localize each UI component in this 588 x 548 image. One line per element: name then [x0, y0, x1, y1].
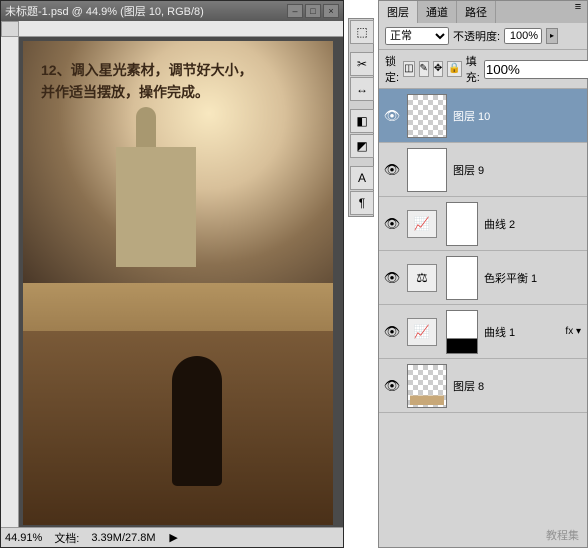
layer-name[interactable]: 色彩平衡 1 — [484, 270, 583, 286]
tool-icon-4[interactable]: ◩ — [350, 134, 374, 158]
window-buttons: – □ × — [287, 4, 339, 18]
fill-label: 填充: — [466, 53, 480, 85]
watermark: 教程集 — [546, 527, 579, 543]
layer-mask[interactable] — [446, 256, 478, 300]
layer-row[interactable]: 👁 图层 8 — [379, 359, 587, 413]
layer-list[interactable]: 👁 图层 10 👁 图层 9 👁 📈 曲线 2 👁 ⚖ 色彩平衡 1 👁 📈 曲… — [379, 89, 587, 547]
visibility-toggle-icon[interactable]: 👁 — [383, 378, 401, 394]
tool-icon-6[interactable]: ¶ — [350, 191, 374, 215]
doc-size: 3.39M/27.8M — [91, 532, 155, 544]
layer-mask[interactable] — [446, 202, 478, 246]
layer-mask[interactable] — [446, 310, 478, 354]
curves-icon[interactable]: 📈 — [407, 210, 437, 238]
layer-name[interactable]: 图层 10 — [453, 108, 583, 124]
visibility-toggle-icon[interactable]: 👁 — [383, 270, 401, 286]
layer-name[interactable]: 曲线 1 — [484, 324, 559, 340]
blend-mode-select[interactable]: 正常 — [385, 27, 449, 45]
color-balance-icon[interactable]: ⚖ — [407, 264, 437, 292]
layer-row[interactable]: 👁 ⚖ 色彩平衡 1 — [379, 251, 587, 305]
ruler-corner — [1, 21, 19, 37]
panel-menu-icon[interactable]: ≡ — [569, 1, 587, 23]
minimize-button[interactable]: – — [287, 4, 303, 18]
ruler-horizontal[interactable] — [19, 21, 343, 37]
lock-pixels-icon[interactable]: ✎ — [419, 61, 429, 77]
tab-paths[interactable]: 路径 — [457, 1, 496, 23]
lock-position-icon[interactable]: ✥ — [433, 61, 443, 77]
tool-icon-0[interactable]: ⬚ — [350, 20, 374, 44]
fill-input[interactable] — [484, 60, 588, 79]
doc-label: 文档: — [54, 530, 79, 546]
caption-line1: 12、调入星光素材，调节好大小， — [41, 62, 253, 78]
caption-line2: 并作适当摆放，操作完成。 — [41, 84, 209, 100]
lock-all-icon[interactable]: 🔒 — [447, 61, 461, 77]
curves-icon[interactable]: 📈 — [407, 318, 437, 346]
fx-badge[interactable]: fx ▾ — [565, 326, 583, 337]
layer-name[interactable]: 图层 9 — [453, 162, 583, 178]
layer-name[interactable]: 曲线 2 — [484, 216, 583, 232]
layer-name[interactable]: 图层 8 — [453, 378, 583, 394]
statusbar: 44.91% 文档: 3.39M/27.8M ▶ — [1, 527, 343, 547]
mini-toolbar: ⬚ ✂ ↔ ◧ ◩ A ¶ — [348, 18, 374, 217]
tab-layers[interactable]: 图层 — [379, 1, 418, 23]
visibility-toggle-icon[interactable]: 👁 — [383, 162, 401, 178]
ruler-vertical[interactable] — [1, 37, 19, 527]
layer-row[interactable]: 👁 图层 9 — [379, 143, 587, 197]
layer-row[interactable]: 👁 📈 曲线 1 fx ▾ — [379, 305, 587, 359]
titlebar: 未标题-1.psd @ 44.9% (图层 10, RGB/8) – □ × — [1, 1, 343, 21]
lock-label: 锁定: — [385, 53, 399, 85]
layer-row[interactable]: 👁 图层 10 — [379, 89, 587, 143]
visibility-toggle-icon[interactable]: 👁 — [383, 324, 401, 340]
close-button[interactable]: × — [323, 4, 339, 18]
statusbar-arrow-icon[interactable]: ▶ — [168, 531, 180, 544]
panel-tabs: 图层 通道 路径 ≡ — [379, 1, 587, 23]
document-window: 未标题-1.psd @ 44.9% (图层 10, RGB/8) – □ × 1… — [0, 0, 344, 548]
tool-icon-3[interactable]: ◧ — [350, 109, 374, 133]
tool-icon-5[interactable]: A — [350, 166, 374, 190]
artwork-figure — [172, 356, 222, 486]
tab-channels[interactable]: 通道 — [418, 1, 457, 23]
visibility-toggle-icon[interactable]: 👁 — [383, 108, 401, 124]
artwork-castle — [116, 147, 196, 267]
document-title: 未标题-1.psd @ 44.9% (图层 10, RGB/8) — [5, 3, 287, 19]
artwork-caption: 12、调入星光素材，调节好大小， 并作适当摆放，操作完成。 — [41, 59, 315, 104]
canvas-area[interactable]: 12、调入星光素材，调节好大小， 并作适当摆放，操作完成。 — [19, 37, 343, 527]
visibility-toggle-icon[interactable]: 👁 — [383, 216, 401, 232]
zoom-level[interactable]: 44.91% — [5, 532, 42, 544]
lock-row: 锁定: ◫ ✎ ✥ 🔒 填充: ▸ — [379, 50, 587, 89]
maximize-button[interactable]: □ — [305, 4, 321, 18]
panel-toolbar: 正常 不透明度: ▸ — [379, 23, 587, 50]
opacity-arrow-icon[interactable]: ▸ — [546, 28, 558, 44]
tool-icon-2[interactable]: ↔ — [350, 77, 374, 101]
layer-thumbnail[interactable] — [407, 94, 447, 138]
layers-panel: 图层 通道 路径 ≡ 正常 不透明度: ▸ 锁定: ◫ ✎ ✥ 🔒 填充: ▸ … — [378, 0, 588, 548]
artwork: 12、调入星光素材，调节好大小， 并作适当摆放，操作完成。 — [23, 41, 333, 525]
opacity-input[interactable] — [504, 28, 542, 44]
layer-thumbnail[interactable] — [407, 364, 447, 408]
tool-icon-1[interactable]: ✂ — [350, 52, 374, 76]
layer-thumbnail[interactable] — [407, 148, 447, 192]
layer-row[interactable]: 👁 📈 曲线 2 — [379, 197, 587, 251]
lock-transparent-icon[interactable]: ◫ — [403, 61, 414, 77]
opacity-label: 不透明度: — [453, 28, 500, 44]
